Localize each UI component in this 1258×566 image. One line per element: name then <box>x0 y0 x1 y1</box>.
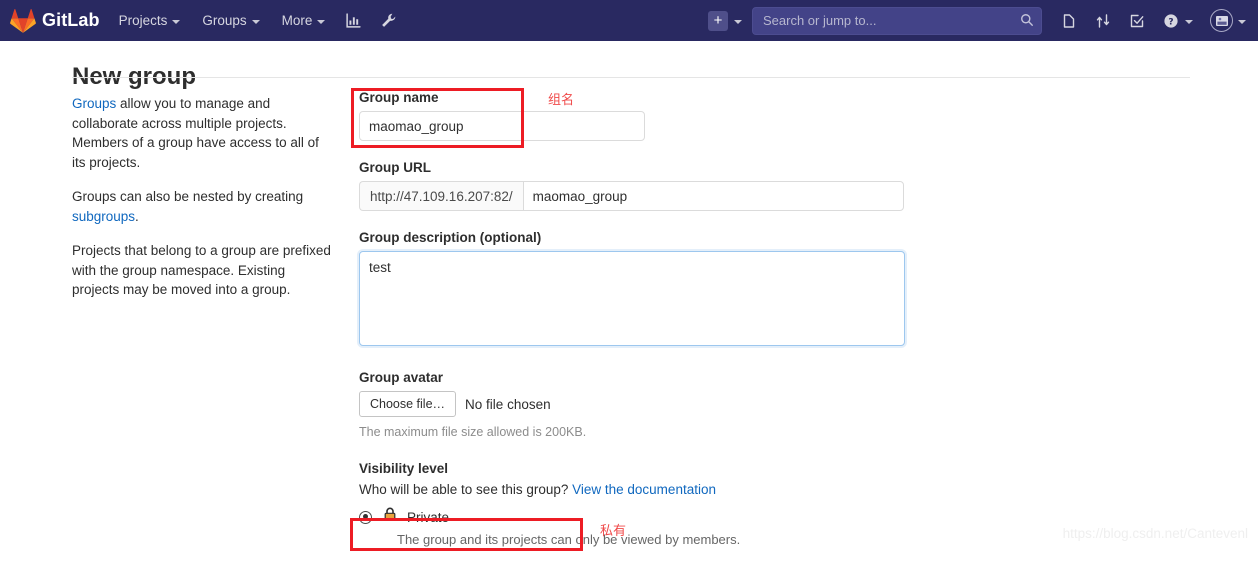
group-url-input[interactable] <box>523 181 904 211</box>
nav-item-more[interactable]: More <box>271 0 337 41</box>
intro-paragraph-1: Groups allow you to manage and collabora… <box>72 94 336 172</box>
avatar <box>1210 9 1233 32</box>
chevron-down-icon <box>1185 20 1193 24</box>
group-description-label: Group description (optional) <box>359 230 919 245</box>
wrench-admin-icon <box>380 12 397 29</box>
chevron-down-icon <box>1238 20 1246 24</box>
intro-paragraph-2: Groups can also be nested by creating su… <box>72 187 336 226</box>
chevron-down-icon <box>317 20 325 24</box>
group-url-input-row: http://47.109.16.207:82/ <box>359 181 904 211</box>
gitlab-tanuki-logo-icon <box>10 8 36 34</box>
group-name-input[interactable] <box>359 111 645 141</box>
nav-item-projects[interactable]: Projects <box>108 0 192 41</box>
merge-requests-icon <box>1095 13 1111 29</box>
group-name-label: Group name <box>359 90 919 105</box>
group-description-field-group: Group description (optional) <box>359 230 919 351</box>
brand-name-label: GitLab <box>42 10 100 31</box>
nav-projects-label: Projects <box>119 13 168 28</box>
file-picker-row: Choose file… No file chosen <box>359 391 919 417</box>
todos-button[interactable] <box>1120 0 1154 41</box>
admin-wrench-button[interactable] <box>371 0 406 41</box>
visibility-question-text: Who will be able to see this group? <box>359 482 572 497</box>
visibility-private-label: Private <box>407 510 449 525</box>
search-input[interactable] <box>752 7 1042 35</box>
header-divider <box>72 77 1190 78</box>
navbar-right-section: + <box>708 0 1258 41</box>
intro-paragraph-2-before: Groups can also be nested by creating <box>72 189 303 204</box>
visibility-private-hint: The group and its projects can only be v… <box>397 532 919 547</box>
visibility-option-private[interactable]: Private <box>359 507 919 527</box>
top-navbar: GitLab Projects Groups More <box>0 0 1258 41</box>
intro-column: Groups allow you to manage and collabora… <box>72 94 336 315</box>
help-button[interactable]: ? <box>1154 0 1202 41</box>
todos-icon <box>1129 13 1145 29</box>
plus-square-icon: + <box>708 11 728 31</box>
group-url-prefix: http://47.109.16.207:82/ <box>359 181 523 211</box>
nav-item-groups[interactable]: Groups <box>191 0 270 41</box>
gitlab-home-link[interactable]: GitLab <box>0 0 108 41</box>
lock-icon <box>383 507 397 527</box>
radio-private-selected[interactable] <box>359 511 372 524</box>
group-avatar-label: Group avatar <box>359 370 919 385</box>
annotation-label-group-name: 组名 <box>548 89 574 108</box>
analytics-bar-chart-button[interactable] <box>336 0 371 41</box>
help-question-icon: ? <box>1163 13 1179 29</box>
user-menu-button[interactable] <box>1202 9 1250 32</box>
visibility-documentation-link[interactable]: View the documentation <box>572 482 716 497</box>
group-avatar-field-group: Group avatar Choose file… No file chosen… <box>359 370 919 439</box>
search-box[interactable] <box>752 7 1042 35</box>
annotation-label-private: 私有 <box>600 520 626 539</box>
choose-file-button[interactable]: Choose file… <box>359 391 456 417</box>
navbar-left-section: GitLab Projects Groups More <box>0 0 406 41</box>
visibility-level-label: Visibility level <box>359 461 919 476</box>
groups-doc-link[interactable]: Groups <box>72 96 116 111</box>
create-new-button[interactable]: + <box>708 0 746 41</box>
subgroups-doc-link[interactable]: subgroups <box>72 209 135 224</box>
intro-paragraph-3: Projects that belong to a group are pref… <box>72 241 336 300</box>
svg-text:?: ? <box>1168 17 1173 27</box>
analytics-bar-chart-icon <box>345 12 362 29</box>
group-name-field-group: Group name <box>359 90 919 141</box>
nav-more-label: More <box>282 13 313 28</box>
intro-paragraph-2-after: . <box>135 209 139 224</box>
group-url-field-group: Group URL http://47.109.16.207:82/ <box>359 160 919 211</box>
file-chosen-status: No file chosen <box>465 397 551 412</box>
csdn-watermark: https://blog.csdn.net/Cantevenl <box>1063 526 1248 541</box>
chevron-down-icon <box>172 20 180 24</box>
new-group-form: Group name Group URL http://47.109.16.20… <box>359 90 919 566</box>
group-url-label: Group URL <box>359 160 919 175</box>
issues-button[interactable] <box>1052 0 1086 41</box>
issues-icon <box>1061 13 1077 29</box>
group-description-textarea[interactable] <box>359 251 905 346</box>
avatar-size-hint: The maximum file size allowed is 200KB. <box>359 425 919 439</box>
visibility-field-group: Visibility level Who will be able to see… <box>359 461 919 547</box>
nav-groups-label: Groups <box>202 13 246 28</box>
visibility-question: Who will be able to see this group? View… <box>359 482 919 497</box>
chevron-down-icon <box>734 20 742 24</box>
merge-requests-button[interactable] <box>1086 0 1120 41</box>
chevron-down-icon <box>252 20 260 24</box>
